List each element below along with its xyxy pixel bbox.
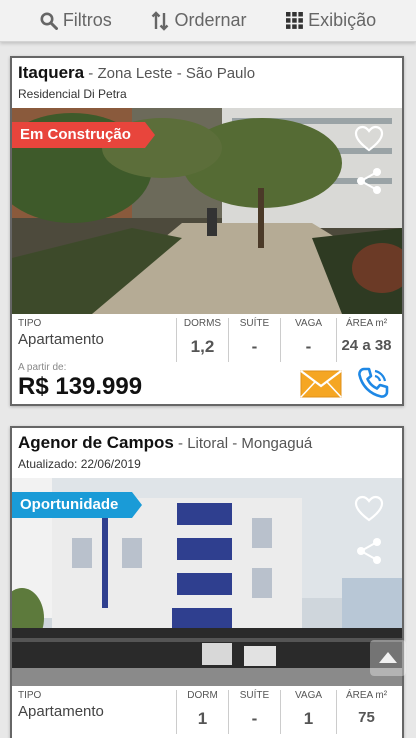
listing-region: - Zona Leste - São Paulo <box>84 65 256 82</box>
grid-icon <box>286 12 304 29</box>
filters-button[interactable]: Filtros <box>40 10 112 31</box>
spec-value: 24 a 38 <box>341 337 392 354</box>
spec-tipo: TIPO Apartamento <box>12 690 176 734</box>
sort-icon <box>152 10 169 31</box>
listing-header: Itaquera - Zona Leste - São Paulo Reside… <box>12 58 402 108</box>
spec-value: 1,2 <box>190 337 215 356</box>
spec-tipo: TIPO Apartamento <box>12 318 176 362</box>
spec-value: 1 <box>197 709 208 728</box>
spec-suite: SUÍTE - <box>228 318 280 362</box>
listing-card[interactable]: Itaquera - Zona Leste - São Paulo Reside… <box>10 56 404 406</box>
listing-subtitle: Residencial Di Petra <box>18 87 127 101</box>
spec-value: - <box>251 337 258 356</box>
search-icon <box>40 12 58 30</box>
spec-label: TIPO <box>18 690 42 701</box>
listing-photo[interactable]: Oportunidade <box>12 478 402 686</box>
spec-label: DORMS <box>183 318 222 329</box>
listing-title: Itaquera - Zona Leste - São Paulo <box>18 62 396 85</box>
spec-dorms: DORM 1 <box>176 690 228 734</box>
heart-icon[interactable] <box>354 124 384 154</box>
listing-photo[interactable]: Em Construção <box>12 108 402 314</box>
listing-card[interactable]: Agenor de Campos - Litoral - Mongaguá At… <box>10 426 404 738</box>
listing-specs: TIPO Apartamento DORMS 1,2 SUÍTE - VAGA … <box>12 318 402 362</box>
spec-vaga: VAGA - <box>280 318 336 362</box>
price-row: A partir de: R$ 139.999 <box>12 362 402 404</box>
spec-value: - <box>305 337 312 356</box>
price-prefix: A partir de: <box>18 362 67 373</box>
share-icon[interactable] <box>354 536 384 566</box>
status-badge: Oportunidade <box>12 492 143 518</box>
listing-price: R$ 139.999 <box>18 373 143 400</box>
spec-label: VAGA <box>294 318 323 329</box>
spec-value: Apartamento <box>18 331 104 348</box>
spec-suite: SUÍTE - <box>228 690 280 734</box>
order-label: Ordernar <box>174 10 247 30</box>
scroll-top-button[interactable] <box>370 640 406 676</box>
listing-specs: TIPO Apartamento DORM 1 SUÍTE - VAGA 1 Á… <box>12 690 402 734</box>
spec-value: 75 <box>358 709 375 726</box>
listing-subtitle: Atualizado: 22/06/2019 <box>18 457 141 471</box>
spec-label: VAGA <box>294 690 323 701</box>
spec-label: SUÍTE <box>239 318 270 329</box>
view-label: Exibição <box>308 10 377 30</box>
listing-neighborhood: Itaquera <box>18 63 85 82</box>
spec-dorms: DORMS 1,2 <box>176 318 228 362</box>
view-button[interactable]: Exibição <box>286 10 376 31</box>
spec-label: DORM <box>187 690 218 701</box>
filters-label: Filtros <box>62 10 112 30</box>
status-badge: Em Construção <box>12 122 155 148</box>
spec-area: ÁREA m² 75 <box>336 690 396 734</box>
spec-label: TIPO <box>18 318 42 329</box>
toolbar: Filtros Ordernar Exibição <box>0 0 416 42</box>
spec-label: SUÍTE <box>239 690 270 701</box>
email-icon[interactable] <box>300 370 342 398</box>
listing-header: Agenor de Campos - Litoral - Mongaguá At… <box>12 428 402 478</box>
share-icon[interactable] <box>354 166 384 196</box>
spec-value: - <box>251 709 258 728</box>
spec-value: 1 <box>303 709 314 728</box>
spec-vaga: VAGA 1 <box>280 690 336 734</box>
phone-icon[interactable] <box>356 366 390 400</box>
spec-area: ÁREA m² 24 a 38 <box>336 318 396 362</box>
listing-neighborhood: Agenor de Campos <box>18 433 174 452</box>
listing-region: - Litoral - Mongaguá <box>173 435 313 452</box>
listing-title: Agenor de Campos - Litoral - Mongaguá <box>18 432 396 455</box>
spec-value: Apartamento <box>18 703 104 720</box>
spec-label: ÁREA m² <box>345 318 388 329</box>
order-button[interactable]: Ordernar <box>151 10 246 31</box>
heart-icon[interactable] <box>354 494 384 524</box>
chevron-up-icon <box>379 652 397 663</box>
spec-label: ÁREA m² <box>345 690 388 701</box>
